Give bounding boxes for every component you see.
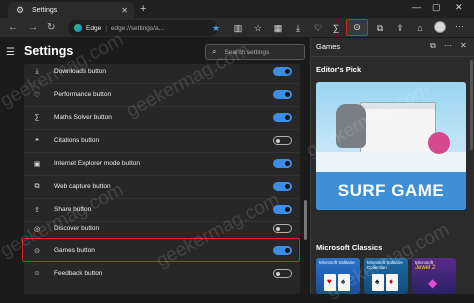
- divider: [310, 56, 474, 57]
- diamond-icon: ♦: [389, 277, 394, 286]
- share-icon: ⇪: [34, 206, 40, 214]
- settings-scrollbar[interactable]: [304, 200, 307, 240]
- downloads-toggle[interactable]: [273, 67, 292, 76]
- tab-title: Settings: [32, 6, 58, 14]
- favorites-icon[interactable]: ☆: [252, 21, 264, 35]
- math-icon: ∑: [34, 114, 40, 121]
- address-bar[interactable]: Edge | edge://settings/a...: [68, 20, 218, 36]
- minimize-icon[interactable]: —: [412, 2, 421, 12]
- ie-mode-toggle[interactable]: [273, 159, 292, 168]
- maximize-icon[interactable]: ▢: [432, 2, 441, 13]
- quote-icon: ❝: [35, 137, 39, 145]
- more-icon[interactable]: ···: [455, 21, 464, 31]
- surf-snow: [316, 152, 466, 172]
- surf-character-2: [428, 132, 450, 154]
- setting-row-ie-mode: ▣ Internet Explorer mode button: [24, 153, 300, 174]
- setting-label: Internet Explorer mode button: [54, 160, 140, 167]
- editors-pick-heading: Editor's Pick: [316, 65, 362, 74]
- setting-label: Maths Solver button: [54, 114, 112, 121]
- back-icon[interactable]: ←: [8, 22, 18, 33]
- games-panel-title: Games: [316, 42, 341, 51]
- address-separator: |: [105, 24, 107, 32]
- download-icon[interactable]: ⤓: [292, 21, 304, 35]
- surf-title-band: SURF GAME: [316, 172, 466, 210]
- hamburger-menu-icon[interactable]: ☰: [6, 47, 15, 58]
- setting-label: Feedback button: [54, 270, 103, 277]
- discover-toggle[interactable]: [273, 224, 292, 233]
- citations-toggle[interactable]: [273, 136, 292, 145]
- performance-icon[interactable]: ♡: [312, 21, 324, 35]
- game-tile-jewel[interactable]: Microsoft Jewel 2 ◆: [412, 258, 456, 294]
- new-tab-button[interactable]: +: [140, 3, 146, 15]
- setting-row-maths-solver: ∑ Maths Solver button: [24, 107, 300, 128]
- setting-row-web-capture: ⧉ Web capture button: [24, 176, 300, 197]
- collections-icon[interactable]: ▦: [272, 21, 284, 35]
- maths-solver-toggle[interactable]: [273, 113, 292, 122]
- capture-icon: ⧉: [34, 182, 40, 190]
- split-screen-icon[interactable]: ▥: [232, 21, 244, 35]
- panel-scrollbar[interactable]: [470, 60, 473, 150]
- microsoft-classics-heading: Microsoft Classics: [316, 243, 383, 252]
- web-capture-toggle[interactable]: [273, 182, 292, 191]
- favorite-star-icon[interactable]: ★: [210, 21, 222, 35]
- math-icon[interactable]: ∑: [330, 21, 342, 35]
- setting-row-citations: ❝ Citations button: [24, 130, 300, 151]
- more-icon[interactable]: ⋯: [444, 41, 452, 50]
- tab-settings[interactable]: ⚙ Settings ✕: [8, 2, 134, 18]
- performance-toggle[interactable]: [273, 90, 292, 99]
- refresh-icon[interactable]: ↻: [47, 22, 55, 33]
- tile-subcaption: Jewel 2: [415, 265, 436, 271]
- gem-icon: ◆: [428, 276, 438, 290]
- edge-logo-icon: [74, 24, 82, 32]
- share-icon[interactable]: ⇪: [394, 21, 406, 35]
- surf-game-title: SURF GAME: [337, 181, 445, 200]
- ie-icon: ▣: [33, 160, 41, 168]
- discover-icon[interactable]: ⌂: [414, 21, 426, 35]
- avatar[interactable]: [434, 21, 446, 33]
- address-label: Edge: [86, 24, 102, 32]
- window-close-icon[interactable]: ✕: [455, 2, 463, 13]
- tile-caption: Microsoft Solitaire: [319, 260, 355, 265]
- close-tab-icon[interactable]: ✕: [121, 6, 128, 15]
- gear-icon: ⚙: [16, 5, 25, 15]
- setting-label: Performance button: [54, 91, 112, 98]
- games-toolbar-button[interactable]: ⊙: [346, 19, 368, 36]
- address-url: edge://settings/a...: [110, 24, 165, 32]
- setting-label: Citations button: [54, 137, 100, 144]
- open-new-tab-icon[interactable]: ⧉: [430, 41, 436, 51]
- close-icon[interactable]: ✕: [460, 41, 467, 50]
- forward-icon[interactable]: →: [28, 22, 38, 33]
- feedback-toggle[interactable]: [273, 269, 292, 278]
- feedback-icon: ☺: [33, 270, 41, 277]
- capture-icon[interactable]: ⧉: [374, 21, 386, 35]
